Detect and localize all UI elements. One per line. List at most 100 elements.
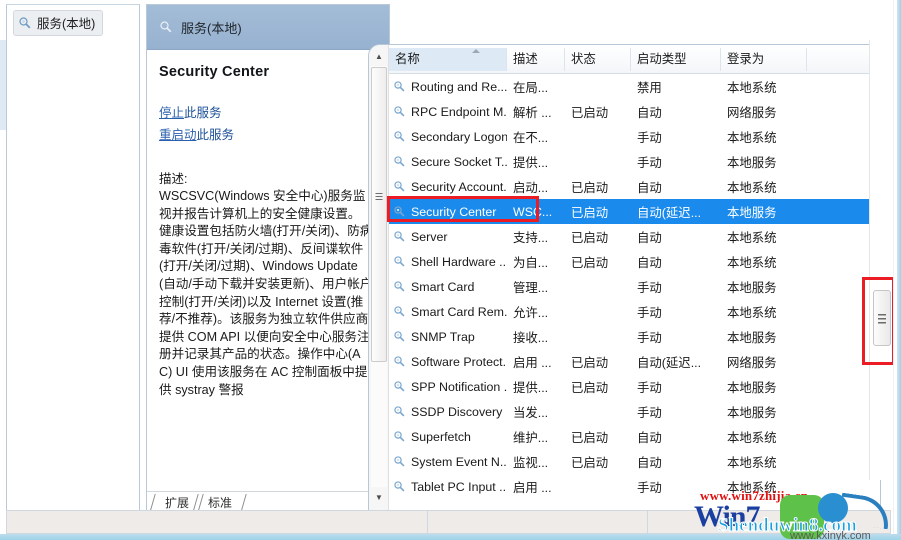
cell-status: 已启动: [571, 105, 609, 120]
cell-startup-type: 自动: [637, 255, 662, 270]
table-row[interactable]: Security Center WSC... 已启动 自动(延迟... 本地服务: [389, 199, 880, 224]
service-gear-icon: [393, 430, 407, 444]
service-name-label: Security Center: [411, 204, 497, 219]
window-right-edge: [893, 0, 901, 540]
window-vertical-scrollbar[interactable]: [869, 40, 893, 480]
service-gear-icon: [393, 80, 407, 94]
column-header-status[interactable]: 状态: [565, 47, 631, 71]
service-name-label: SSDP Discovery: [411, 404, 503, 419]
cell-name: Shell Hardware ...: [389, 255, 507, 269]
stop-service-link-rest: 此服务: [184, 106, 222, 120]
services-list-header: 名称 描述 状态 启动类型 登录为: [389, 45, 880, 74]
services-list-scroll-thumb[interactable]: [371, 67, 387, 362]
service-name-label: Shell Hardware ...: [411, 254, 507, 269]
scroll-up-arrow-icon[interactable]: ▲: [371, 48, 387, 64]
table-row[interactable]: Software Protect... 启用 ... 已启动 自动(延迟... 网络服务: [389, 349, 880, 374]
table-row[interactable]: SNMP Trap 接收... 手动 本地服务: [389, 324, 880, 349]
cell-name: SPP Notification ...: [389, 380, 507, 394]
table-row[interactable]: SPP Notification ... 提供... 已启动 手动 本地服务: [389, 374, 880, 399]
restart-service-link[interactable]: 重启动此服务: [159, 124, 377, 143]
service-gear-icon: [393, 230, 407, 244]
service-gear-icon: [393, 305, 407, 319]
column-header-startup-type[interactable]: 启动类型: [631, 47, 721, 71]
column-header-name[interactable]: 名称: [389, 47, 507, 71]
cell-description: 接收...: [513, 330, 549, 345]
cell-name: SNMP Trap: [389, 330, 507, 344]
table-row[interactable]: Smart Card 管理... 手动 本地服务: [389, 274, 880, 299]
table-row[interactable]: Smart Card Rem... 允许... 手动 本地系统: [389, 299, 880, 324]
sort-ascending-icon: [472, 48, 480, 53]
cell-startup-type: 自动: [637, 230, 662, 245]
column-header-log-on-as-label: 登录为: [727, 51, 765, 66]
cell-description: 启用 ...: [513, 355, 552, 370]
table-row[interactable]: Secure Socket T... 提供... 手动 本地服务: [389, 149, 880, 174]
cell-status: 已启动: [571, 180, 609, 195]
service-gear-icon: [393, 105, 407, 119]
stop-service-link[interactable]: 停止此服务: [159, 102, 377, 121]
service-name-label: Secure Socket T...: [411, 154, 507, 169]
console-tree-pane: 服务(本地): [6, 4, 140, 514]
service-gear-icon: [159, 20, 173, 34]
service-gear-icon: [393, 480, 407, 494]
cell-log-on-as: 本地服务: [727, 205, 777, 220]
table-row[interactable]: RPC Endpoint M... 解析 ... 已启动 自动 网络服务: [389, 99, 880, 124]
service-name-label: Security Account...: [411, 179, 507, 194]
table-row[interactable]: Secondary Logon 在不... 手动 本地系统: [389, 124, 880, 149]
cell-log-on-as: 本地服务: [727, 405, 777, 420]
cell-log-on-as: 本地系统: [727, 230, 777, 245]
tab-standard-label: 标准: [208, 496, 233, 510]
cell-name: System Event N...: [389, 455, 507, 469]
scroll-thumb-grip-icon: [375, 193, 382, 202]
table-row[interactable]: Security Account... 启动... 已启动 自动 本地系统: [389, 174, 880, 199]
service-name-label: SNMP Trap: [411, 329, 475, 344]
column-header-log-on-as[interactable]: 登录为: [721, 47, 807, 71]
service-name-label: Software Protect...: [411, 354, 507, 369]
service-gear-icon: [393, 130, 407, 144]
tree-node-services-local[interactable]: 服务(本地): [13, 10, 104, 36]
cell-log-on-as: 本地系统: [727, 255, 777, 270]
table-row[interactable]: Routing and Re... 在局... 禁用 本地系统: [389, 74, 880, 99]
service-gear-icon: [393, 455, 407, 469]
services-list-rows: Routing and Re... 在局... 禁用 本地系统 RPC Endpoint…: [389, 74, 880, 513]
column-header-name-label: 名称: [395, 51, 420, 66]
cell-log-on-as: 本地系统: [727, 305, 777, 320]
cell-status: 已启动: [571, 205, 609, 220]
details-pane-title: 服务(本地): [181, 20, 242, 36]
scroll-down-arrow-icon[interactable]: ▼: [371, 489, 387, 505]
details-pane-header: 服务(本地): [147, 5, 389, 50]
cell-startup-type: 手动: [637, 405, 662, 420]
service-gear-icon: [393, 405, 407, 419]
service-gear-icon: [393, 280, 407, 294]
column-header-status-label: 状态: [571, 51, 596, 66]
cell-startup-type: 自动: [637, 105, 662, 120]
scroll-thumb-grip-icon: [877, 314, 886, 324]
cell-name: RPC Endpoint M...: [389, 105, 507, 119]
cell-description: 允许...: [513, 305, 549, 320]
cell-status: 已启动: [571, 380, 609, 395]
cell-name: Smart Card Rem...: [389, 305, 507, 319]
table-row[interactable]: Server 支持... 已启动 自动 本地系统: [389, 224, 880, 249]
table-row[interactable]: SSDP Discovery 当发... 手动 本地服务: [389, 399, 880, 424]
table-row[interactable]: Shell Hardware ... 为自... 已启动 自动 本地系统: [389, 249, 880, 274]
table-row[interactable]: Superfetch 维护... 已启动 自动 本地系统: [389, 424, 880, 449]
cell-status: 已启动: [571, 255, 609, 270]
cell-status: 已启动: [571, 355, 609, 370]
table-row[interactable]: System Event N... 监视... 已启动 自动 本地系统: [389, 449, 880, 474]
column-header-description[interactable]: 描述: [507, 47, 565, 71]
cell-startup-type: 自动: [637, 430, 662, 445]
column-header-description-label: 描述: [513, 51, 538, 66]
services-list-scrollbar[interactable]: ▲ ▼: [369, 45, 389, 513]
cell-description: 支持...: [513, 230, 549, 245]
service-name-label: Superfetch: [411, 429, 471, 444]
service-name-label: Smart Card Rem...: [411, 304, 507, 319]
cell-startup-type: 禁用: [637, 80, 662, 95]
cell-name: Tablet PC Input ...: [389, 480, 507, 494]
service-name-label: SPP Notification ...: [411, 379, 507, 394]
cell-startup-type: 手动: [637, 330, 662, 345]
service-name-label: Tablet PC Input ...: [411, 479, 507, 494]
cell-description: 启动...: [513, 180, 549, 195]
services-mmc-window: 服务(本地) 服务(本地) Security Center 停止此服务 重启动此…: [0, 0, 901, 540]
cell-startup-type: 手动: [637, 280, 662, 295]
cell-description: 在不...: [513, 130, 549, 145]
cell-log-on-as: 本地系统: [727, 455, 777, 470]
